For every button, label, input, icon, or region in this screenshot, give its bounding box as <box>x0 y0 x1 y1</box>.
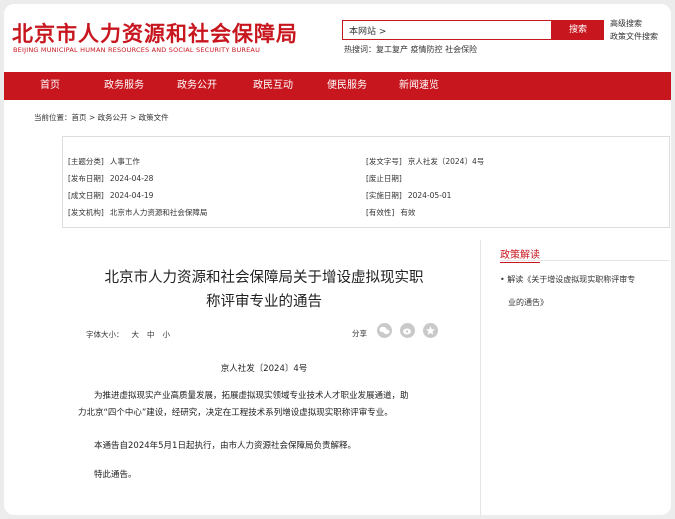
meta-created-label: [成文日期] <box>68 191 104 200</box>
meta-publish-value: 2024-04-28 <box>109 174 154 183</box>
search-input[interactable]: 本网站 > <box>342 20 552 40</box>
breadcrumb-label: 当前位置： <box>34 113 72 122</box>
breadcrumb-sep: > <box>127 113 139 122</box>
share-label: 分享 <box>352 329 367 338</box>
font-size-small[interactable]: 小 <box>163 330 171 339</box>
hot-search-label: 热搜词： <box>344 45 376 54</box>
meta-issuer: [发文机构] 北京市人力资源和社会保障局 <box>68 207 213 218</box>
breadcrumb-home[interactable]: 首页 <box>72 113 87 122</box>
font-size-control: 字体大小： 大中小 <box>86 329 170 340</box>
meta-topic: [主题分类] 人事工作 <box>68 156 146 167</box>
font-size-medium[interactable]: 中 <box>147 330 155 339</box>
meta-docno-label: [发文字号] <box>366 157 402 166</box>
article-title: 北京市人力资源和社会保障局关于增设虚拟现实职 称评审专业的通告 <box>64 266 464 314</box>
breadcrumb: 当前位置：首页 > 政务公开 > 政策文件 <box>34 112 169 123</box>
paragraph-1-line-2: 力北京“四个中心”建设，经研究，决定在工程技术系列增设虚拟现实职称评审专业。 <box>78 408 393 418</box>
weibo-share-icon[interactable] <box>400 323 415 338</box>
star-share-icon[interactable] <box>423 323 438 338</box>
policy-interpretation-link[interactable]: • 解读《关于增设虚拟现实职称评审专 业的通告》 <box>500 268 660 314</box>
font-size-label: 字体大小： <box>86 330 124 339</box>
meta-validity-value: 有效 <box>400 208 416 217</box>
meta-effective: [实施日期] 2024-05-01 <box>366 190 457 201</box>
font-size-large[interactable]: 大 <box>132 330 140 339</box>
nav-item-home[interactable]: 首页 <box>40 72 60 100</box>
breadcrumb-disclosure[interactable]: 政务公开 <box>98 113 128 122</box>
column-divider <box>480 240 481 515</box>
nav-item-disclosure[interactable]: 政务公开 <box>177 72 217 100</box>
meta-validity-label: [有效性] <box>366 208 395 217</box>
meta-effective-label: [实施日期] <box>366 191 402 200</box>
wechat-share-icon[interactable] <box>377 323 392 338</box>
hot-search-terms[interactable]: 复工复产 疫情防控 社会保险 <box>376 45 477 54</box>
meta-docno-value: 京人社发〔2024〕4号 <box>407 157 485 166</box>
article-paragraph-1: 为推进虚拟现实产业高质量发展，拓展虚拟现实领域专业技术人才职业发展通道，助 力北… <box>78 388 468 422</box>
article-title-line2: 称评审专业的通告 <box>206 294 322 310</box>
main-nav: 首页 政务服务 政务公开 政民互动 便民服务 新闻速览 <box>4 72 671 100</box>
search-button[interactable]: 搜索 <box>552 20 604 40</box>
meta-topic-label: [主题分类] <box>68 157 104 166</box>
policy-link-line-2[interactable]: 业的通告》 <box>500 291 660 314</box>
nav-item-services[interactable]: 政务服务 <box>104 72 144 100</box>
policy-link-line-1[interactable]: • 解读《关于增设虚拟现实职称评审专 <box>500 268 660 291</box>
breadcrumb-policy[interactable]: 政策文件 <box>139 113 169 122</box>
hot-search: 热搜词：复工复产 疫情防控 社会保险 <box>344 44 477 55</box>
meta-expire-label: [废止日期] <box>366 174 402 183</box>
meta-effective-value: 2024-05-01 <box>407 191 452 200</box>
article-title-line1: 北京市人力资源和社会保障局关于增设虚拟现实职 <box>104 270 424 286</box>
nav-item-news[interactable]: 新闻速览 <box>399 72 439 100</box>
site-logo-subtitle: BEIJING MUNICIPAL HUMAN RESOURCES AND SO… <box>13 46 261 54</box>
meta-created: [成文日期] 2024-04-19 <box>68 190 159 201</box>
article-paragraph-3: 特此通告。 <box>94 470 137 480</box>
nav-item-interaction[interactable]: 政民互动 <box>253 72 293 100</box>
meta-docno: [发文字号] 京人社发〔2024〕4号 <box>366 156 490 167</box>
meta-publish: [发布日期] 2024-04-28 <box>68 173 159 184</box>
site-logo-title[interactable]: 北京市人力资源和社会保障局 <box>12 18 298 48</box>
policy-search-link[interactable]: 政策文件搜索 <box>610 31 658 42</box>
article-paragraph-2: 本通告自2024年5月1日起执行，由市人力资源社会保障局负责解释。 <box>94 441 356 451</box>
meta-issuer-label: [发文机构] <box>68 208 104 217</box>
meta-validity: [有效性] 有效 <box>366 207 421 218</box>
meta-publish-label: [发布日期] <box>68 174 104 183</box>
paragraph-1-line-1: 为推进虚拟现实产业高质量发展，拓展虚拟现实领域专业技术人才职业发展通道，助 <box>94 391 409 401</box>
breadcrumb-sep: > <box>86 113 98 122</box>
meta-created-value: 2024-04-19 <box>109 191 154 200</box>
nav-item-convenience[interactable]: 便民服务 <box>327 72 367 100</box>
meta-expire: [废止日期] <box>366 173 414 184</box>
page-frame: 北京市人力资源和社会保障局 BEIJING MUNICIPAL HUMAN RE… <box>4 4 671 515</box>
meta-topic-value: 人事工作 <box>109 157 140 166</box>
side-divider <box>500 260 670 261</box>
meta-issuer-value: 北京市人力资源和社会保障局 <box>109 208 208 217</box>
advanced-search-link[interactable]: 高级搜索 <box>610 18 642 29</box>
article-doc-number: 京人社发〔2024〕4号 <box>220 364 308 374</box>
